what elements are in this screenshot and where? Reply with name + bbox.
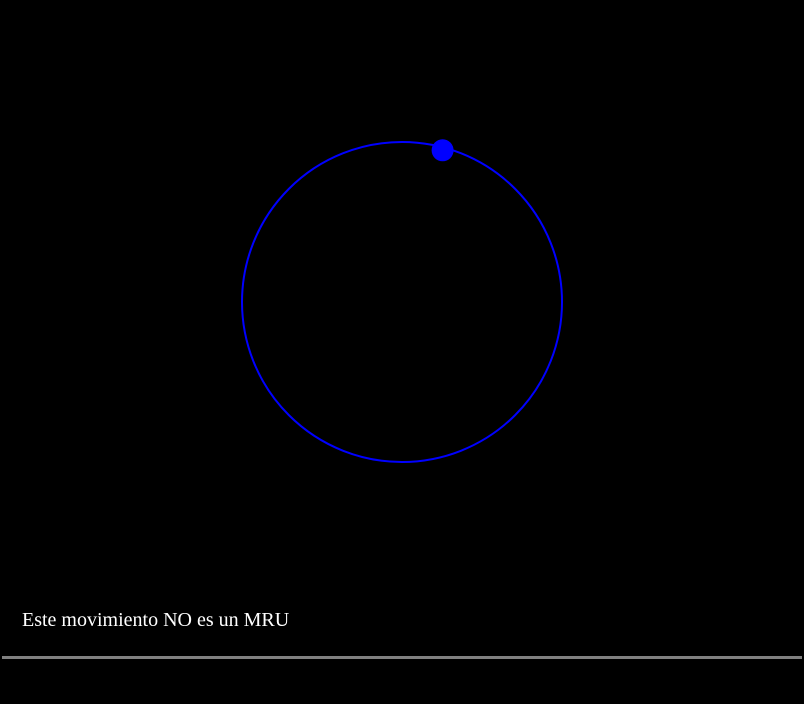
moving-particle bbox=[431, 139, 454, 162]
bottom-divider bbox=[2, 656, 802, 659]
circular-path bbox=[241, 141, 563, 463]
motion-canvas bbox=[241, 139, 563, 463]
motion-caption: Este movimiento NO es un MRU bbox=[22, 609, 290, 631]
animation-stage: Este movimiento NO es un MRU bbox=[0, 0, 804, 704]
